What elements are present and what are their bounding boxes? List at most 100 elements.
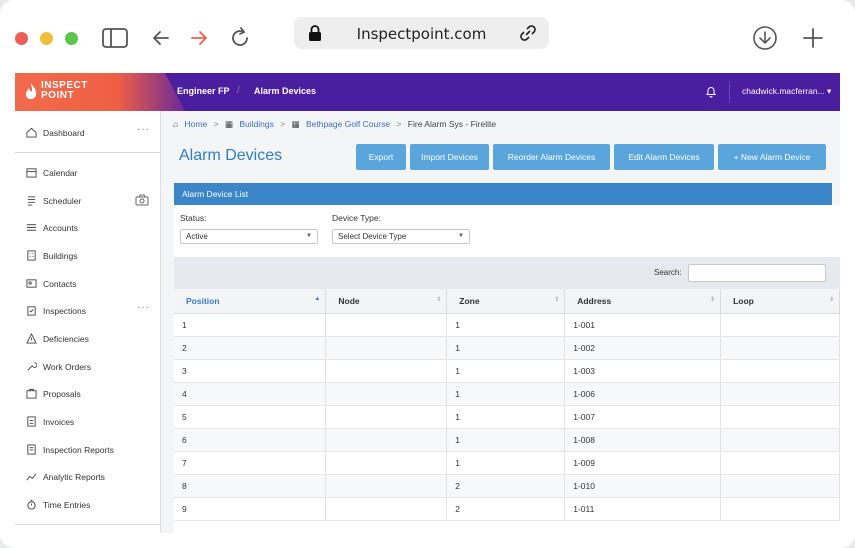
sidebar-item-contacts[interactable]: Contacts bbox=[15, 274, 161, 294]
table-row[interactable]: 3 1 1-003 bbox=[174, 359, 840, 383]
sidebar-divider bbox=[15, 524, 161, 525]
invoice-icon bbox=[27, 416, 36, 427]
back-arrow-icon[interactable] bbox=[148, 24, 176, 52]
top-crumb-alarm-devices[interactable]: Alarm Devices bbox=[254, 86, 316, 96]
column-header-label: Loop bbox=[733, 295, 754, 306]
more-dots-icon[interactable]: ··· bbox=[137, 124, 150, 135]
minimize-window-button[interactable] bbox=[40, 32, 53, 45]
cell-position: 7 bbox=[174, 451, 327, 475]
table-row[interactable]: 2 1 1-002 bbox=[174, 336, 840, 360]
breadcrumb-separator: > bbox=[213, 119, 219, 129]
maximize-window-button[interactable] bbox=[65, 32, 78, 45]
cell-position: 6 bbox=[174, 428, 327, 452]
new-tab-icon[interactable] bbox=[799, 24, 827, 52]
cell-position: 9 bbox=[174, 497, 327, 521]
column-header-node[interactable]: Node ⇕ bbox=[325, 289, 448, 314]
cell-position: 1 bbox=[174, 313, 327, 337]
logo-text: INSPECT POINT bbox=[41, 80, 88, 101]
sidebar-item-time-entries[interactable]: Time Entries bbox=[15, 495, 161, 515]
table-row[interactable]: 1 1 1-001 bbox=[174, 313, 840, 337]
briefcase-icon bbox=[26, 388, 37, 399]
sort-icon: ⇕ bbox=[828, 297, 834, 303]
warning-icon bbox=[26, 333, 37, 344]
top-crumb-engineer[interactable]: Engineer FP bbox=[177, 86, 230, 96]
url-text: Inspectpoint.com bbox=[356, 25, 487, 43]
breadcrumb-home[interactable]: Home bbox=[185, 119, 208, 129]
column-header-position[interactable]: Position ▲ bbox=[174, 289, 327, 314]
link-icon[interactable] bbox=[519, 25, 537, 41]
building-icon bbox=[27, 250, 36, 261]
sidebar-item-proposals[interactable]: Proposals bbox=[15, 384, 161, 404]
table-row[interactable]: 4 1 1-006 bbox=[174, 382, 840, 406]
device-type-select-value: Select Device Type bbox=[338, 232, 407, 241]
table-row[interactable]: 6 1 1-008 bbox=[174, 428, 840, 452]
edit-alarm-devices-button[interactable]: Edit Alarm Devices bbox=[614, 144, 714, 170]
cell-node bbox=[325, 313, 448, 337]
reorder-alarm-devices-button[interactable]: Reorder Alarm Devices bbox=[493, 144, 610, 170]
breadcrumb-site[interactable]: Bethpage Golf Course bbox=[306, 119, 390, 129]
user-menu[interactable]: chadwick.macferran... ▾ bbox=[742, 86, 831, 97]
cell-zone: 1 bbox=[446, 336, 566, 360]
table-row[interactable]: 9 2 1-011 bbox=[174, 497, 840, 521]
table-row[interactable]: 5 1 1-007 bbox=[174, 405, 840, 429]
sort-icon: ⇕ bbox=[436, 297, 442, 303]
cell-loop bbox=[720, 382, 840, 406]
topbar-divider bbox=[729, 81, 730, 103]
cell-node bbox=[325, 336, 448, 360]
home-icon[interactable]: ⌂ bbox=[173, 119, 178, 129]
column-header-zone[interactable]: Zone ⇕ bbox=[446, 289, 566, 314]
sidebar-item-label: Dashboard bbox=[43, 128, 85, 138]
new-alarm-device-button[interactable]: + New Alarm Device bbox=[718, 144, 826, 170]
table-row[interactable]: 8 2 1-010 bbox=[174, 474, 840, 498]
search-label: Search: bbox=[654, 268, 682, 277]
sidebar-item-deficiencies[interactable]: Deficiencies bbox=[15, 329, 161, 349]
sidebar-item-label: Analytic Reports bbox=[43, 472, 105, 482]
sidebar-item-analytic-reports[interactable]: Analytic Reports bbox=[15, 467, 161, 487]
reload-icon[interactable] bbox=[226, 24, 254, 52]
forward-arrow-icon[interactable] bbox=[185, 24, 213, 52]
sidebar-item-label: Scheduler bbox=[43, 196, 82, 206]
status-select[interactable]: Active ▼ bbox=[180, 229, 318, 244]
export-button[interactable]: Export bbox=[356, 144, 406, 170]
logo[interactable]: INSPECT POINT bbox=[15, 73, 185, 111]
table-row[interactable]: 7 1 1-009 bbox=[174, 451, 840, 475]
sidebar-item-work-orders[interactable]: Work Orders bbox=[15, 357, 161, 377]
sidebar-item-scheduler[interactable]: Scheduler bbox=[15, 191, 161, 211]
sidebar-toggle-icon[interactable] bbox=[101, 24, 129, 52]
sidebar-item-accounts[interactable]: Accounts bbox=[15, 218, 161, 238]
building-icon: ▦ bbox=[224, 119, 233, 129]
more-dots-icon[interactable]: ··· bbox=[137, 302, 150, 313]
sidebar-divider bbox=[15, 152, 161, 153]
main-content: ⌂ Home > ▦ Buildings > ▦ Bethpage Golf C… bbox=[161, 111, 840, 533]
breadcrumb-current: Fire Alarm Sys - Firelite bbox=[407, 119, 497, 129]
contacts-icon bbox=[26, 279, 37, 288]
sidebar-item-inspections[interactable]: Inspections ··· bbox=[15, 301, 161, 321]
search-input[interactable] bbox=[688, 264, 826, 282]
sidebar-item-inspection-reports[interactable]: Inspection Reports bbox=[15, 440, 161, 460]
sidebar-item-dashboard[interactable]: Dashboard ··· bbox=[15, 123, 161, 143]
device-type-select[interactable]: Select Device Type ▼ bbox=[332, 229, 470, 244]
address-bar[interactable]: Inspectpoint.com bbox=[294, 17, 549, 49]
download-icon[interactable] bbox=[751, 24, 779, 52]
column-header-address[interactable]: Address ⇕ bbox=[564, 289, 722, 314]
breadcrumb-buildings[interactable]: Buildings bbox=[239, 119, 274, 129]
import-devices-button[interactable]: Import Devices bbox=[410, 144, 489, 170]
cell-address: 1-011 bbox=[564, 497, 722, 521]
sidebar-item-calendar[interactable]: Calendar bbox=[15, 163, 161, 183]
cell-zone: 1 bbox=[446, 405, 566, 429]
camera-icon[interactable] bbox=[135, 194, 149, 206]
notification-bell-icon[interactable] bbox=[705, 85, 717, 98]
cell-address: 1-008 bbox=[564, 428, 722, 452]
column-header-loop[interactable]: Loop ⇕ bbox=[720, 289, 840, 314]
clipboard-icon bbox=[27, 306, 36, 316]
top-crumb-separator: / bbox=[237, 85, 240, 96]
cell-node bbox=[325, 497, 448, 521]
sidebar: Dashboard ··· Calendar Scheduler Account… bbox=[15, 111, 161, 533]
scheduler-icon bbox=[27, 196, 36, 206]
sidebar-item-buildings[interactable]: Buildings bbox=[15, 246, 161, 266]
cell-loop bbox=[720, 336, 840, 360]
sidebar-item-invoices[interactable]: Invoices bbox=[15, 412, 161, 432]
close-window-button[interactable] bbox=[15, 32, 28, 45]
breadcrumb-separator: > bbox=[396, 119, 402, 129]
table-toolbar: Search: bbox=[174, 257, 840, 289]
